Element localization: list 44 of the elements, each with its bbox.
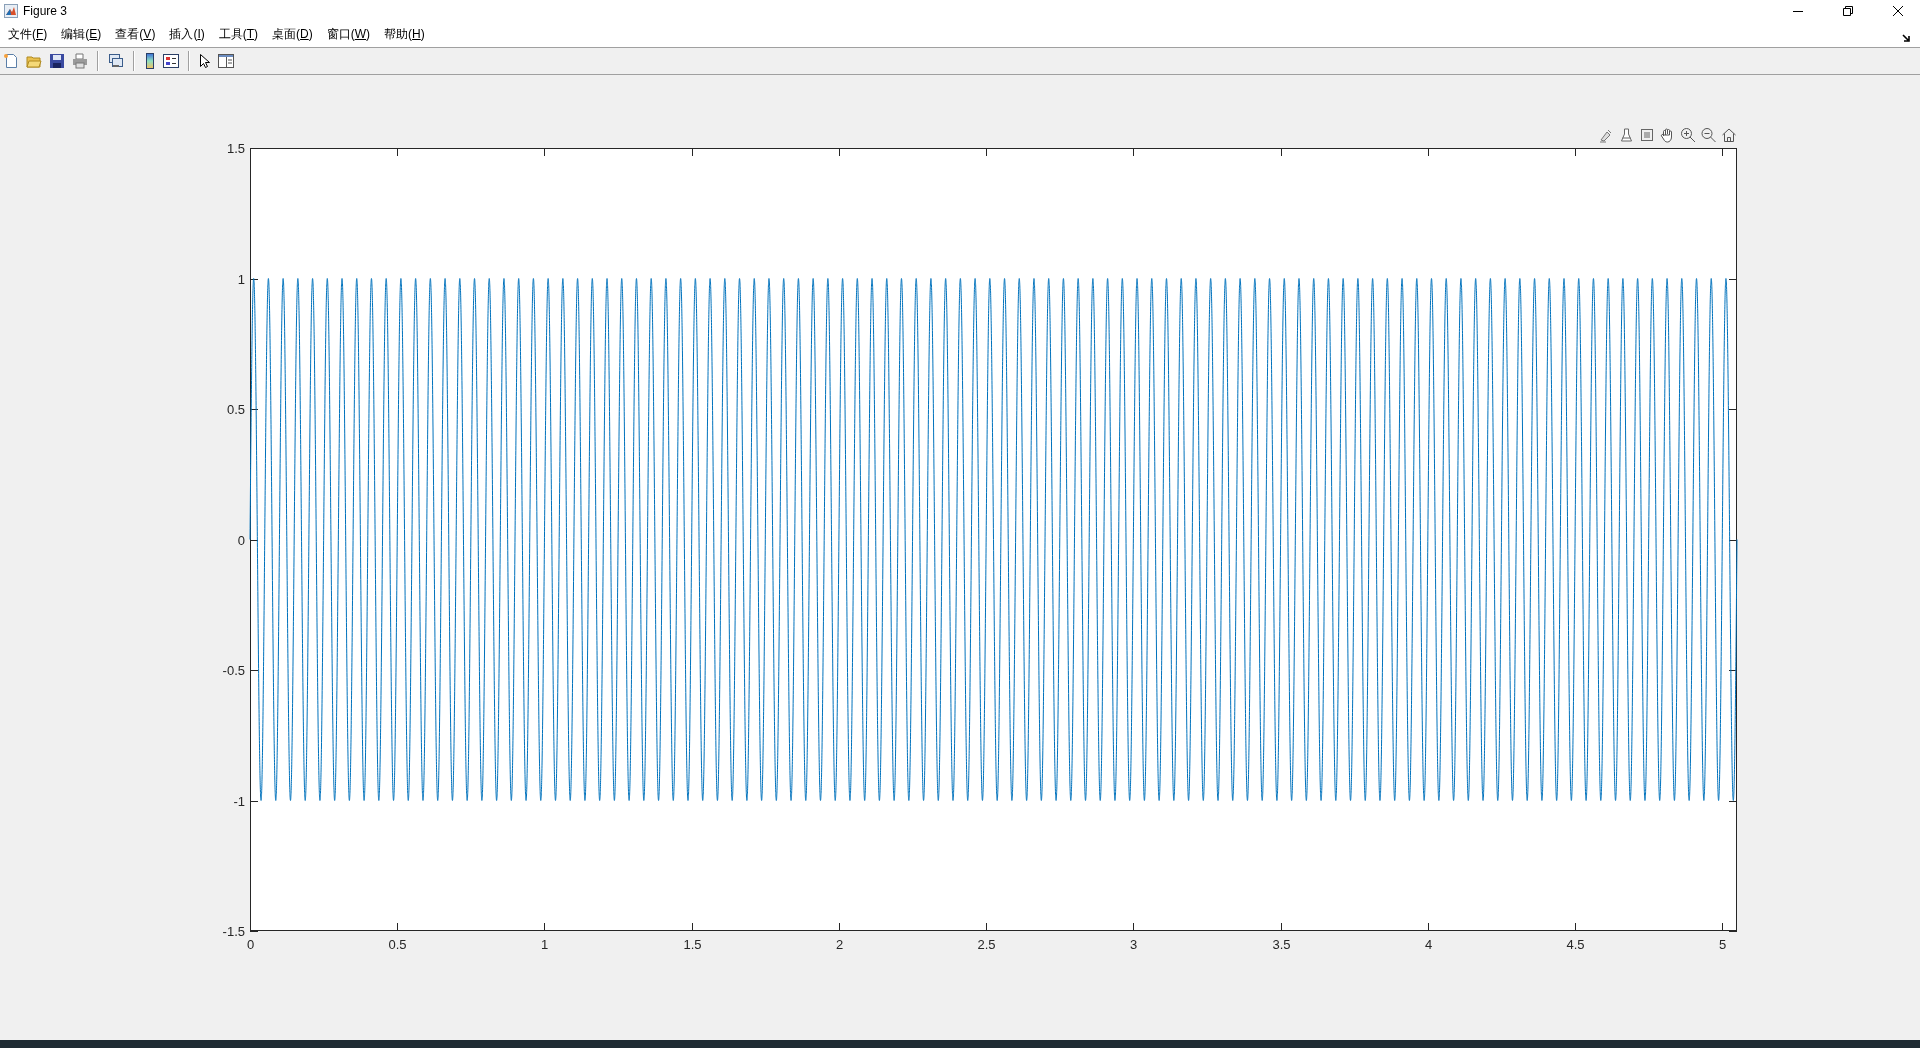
x-tick-label: 5 (1718, 937, 1727, 952)
printer-icon[interactable] (72, 53, 88, 69)
zoom-out-icon[interactable] (1702, 128, 1716, 142)
y-tick-label: 0.5 (226, 401, 245, 417)
y-tick-label: 1 (237, 271, 245, 287)
menu-item[interactable]: 插入(I) (162, 26, 212, 43)
legend-icon[interactable] (163, 53, 179, 69)
restore-icon[interactable] (1842, 5, 1854, 17)
x-tick-label: 2 (835, 937, 844, 952)
pan-hand-icon[interactable] (1661, 129, 1672, 142)
x-tick-label: 4 (1424, 937, 1433, 952)
arrow-cursor-icon[interactable] (199, 53, 211, 69)
menu-item[interactable]: 编辑(E) (54, 26, 109, 43)
x-tick-label: 2.5 (977, 937, 996, 952)
menu-item[interactable]: 窗口(W) (319, 26, 378, 43)
window-title: Figure 3 (23, 4, 68, 18)
colorbar-icon[interactable] (144, 53, 156, 69)
x-tick-label: 4.5 (1566, 937, 1585, 952)
y-tick-label: -1.5 (222, 923, 245, 939)
close-icon[interactable] (1892, 5, 1904, 17)
x-tick-label: 3 (1129, 937, 1138, 952)
x-tick-label: 0.5 (388, 937, 407, 952)
home-icon[interactable] (1722, 129, 1736, 142)
y-tick-label: 1.5 (226, 140, 245, 156)
dock-arrow-icon[interactable] (1902, 34, 1911, 43)
flask-icon[interactable] (1621, 129, 1632, 141)
x-tick-label: 0 (246, 937, 255, 952)
menu-item[interactable]: 帮助(H) (377, 26, 432, 43)
new-file-icon[interactable] (3, 53, 19, 69)
zoom-in-icon[interactable] (1681, 128, 1695, 142)
menu-item[interactable]: 查看(V) (108, 26, 163, 43)
menu-item[interactable]: 文件(F) (1, 26, 55, 43)
y-tick-label: -1 (233, 793, 245, 809)
property-panel-icon[interactable] (218, 53, 234, 69)
y-tick-label: -0.5 (222, 662, 245, 678)
linked-windows-icon[interactable] (108, 53, 124, 69)
x-tick-label: 1.5 (683, 937, 702, 952)
y-tick-label: 0 (237, 532, 245, 548)
folder-icon[interactable] (26, 53, 42, 69)
app-logo-icon (4, 4, 18, 18)
x-tick-label: 3.5 (1272, 937, 1291, 952)
menu-item[interactable]: 桌面(D) (265, 26, 320, 43)
menu-item[interactable]: 工具(T) (211, 26, 266, 43)
x-tick-label: 1 (540, 937, 549, 952)
